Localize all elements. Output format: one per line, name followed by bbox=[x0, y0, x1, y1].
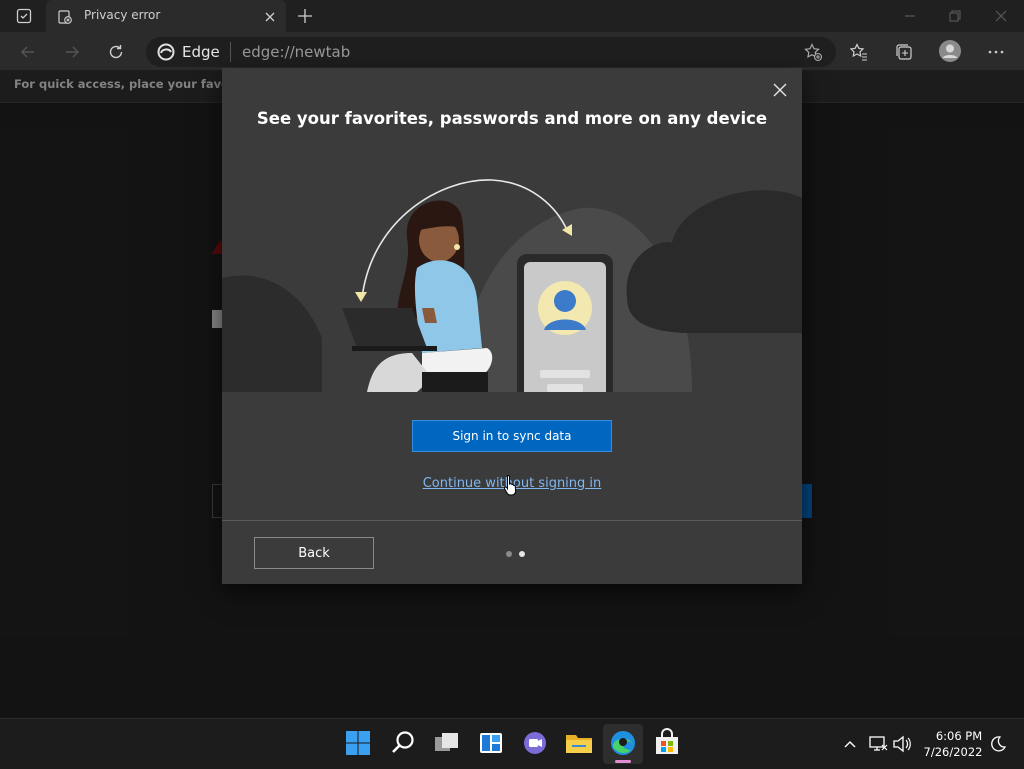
dialog-title: See your favorites, passwords and more o… bbox=[256, 109, 768, 128]
windows-start-icon[interactable] bbox=[342, 727, 374, 759]
address-divider bbox=[230, 42, 231, 62]
tab-title: Privacy error bbox=[84, 8, 161, 22]
collections-icon[interactable] bbox=[894, 42, 914, 62]
edge-logo-icon bbox=[157, 43, 175, 61]
page-dot-2-active bbox=[519, 551, 525, 557]
add-favorite-icon[interactable] bbox=[803, 42, 823, 62]
privacy-error-icon bbox=[58, 9, 72, 24]
profile-avatar-icon[interactable] bbox=[938, 39, 962, 63]
file-explorer-icon[interactable] bbox=[563, 727, 595, 759]
focus-assist-moon-icon[interactable] bbox=[989, 735, 1007, 753]
search-icon[interactable] bbox=[387, 727, 419, 759]
clock-date[interactable]: 7/26/2022 bbox=[920, 745, 986, 759]
window-close-icon[interactable] bbox=[993, 8, 1009, 24]
edge-icon[interactable] bbox=[607, 727, 639, 759]
browser-tab[interactable] bbox=[46, 0, 286, 32]
edge-active-indicator bbox=[615, 760, 631, 763]
dialog-close-icon[interactable] bbox=[770, 80, 790, 100]
chat-icon[interactable] bbox=[519, 727, 551, 759]
refresh-icon[interactable] bbox=[106, 42, 126, 62]
tab-actions-icon[interactable] bbox=[16, 8, 32, 24]
sync-illustration bbox=[222, 158, 802, 404]
clock-time[interactable]: 6:06 PM bbox=[932, 729, 986, 743]
chevron-up-icon[interactable] bbox=[842, 736, 858, 752]
address-brand: Edge bbox=[182, 43, 220, 61]
new-tab-icon[interactable] bbox=[296, 7, 314, 25]
back-arrow-icon[interactable] bbox=[18, 42, 38, 62]
network-icon[interactable] bbox=[868, 735, 888, 753]
mouse-cursor-icon bbox=[503, 474, 519, 496]
more-menu-icon[interactable] bbox=[986, 42, 1006, 62]
restore-icon[interactable] bbox=[947, 8, 963, 24]
back-button[interactable]: Back bbox=[254, 537, 374, 569]
dialog-divider bbox=[222, 520, 802, 521]
sync-dialog: See your favorites, passwords and more o… bbox=[222, 68, 802, 584]
store-icon[interactable] bbox=[651, 727, 683, 759]
sign-in-button[interactable]: Sign in to sync data bbox=[412, 420, 612, 452]
forward-arrow-icon[interactable] bbox=[62, 42, 82, 62]
task-view-icon[interactable] bbox=[431, 727, 463, 759]
tab-close-icon[interactable] bbox=[263, 9, 277, 23]
page-dot-1 bbox=[506, 551, 512, 557]
volume-icon[interactable] bbox=[892, 735, 912, 753]
address-url[interactable]: edge://newtab bbox=[242, 43, 350, 61]
minimize-icon[interactable] bbox=[902, 8, 918, 24]
favorites-icon[interactable] bbox=[849, 42, 869, 62]
widgets-icon[interactable] bbox=[475, 727, 507, 759]
